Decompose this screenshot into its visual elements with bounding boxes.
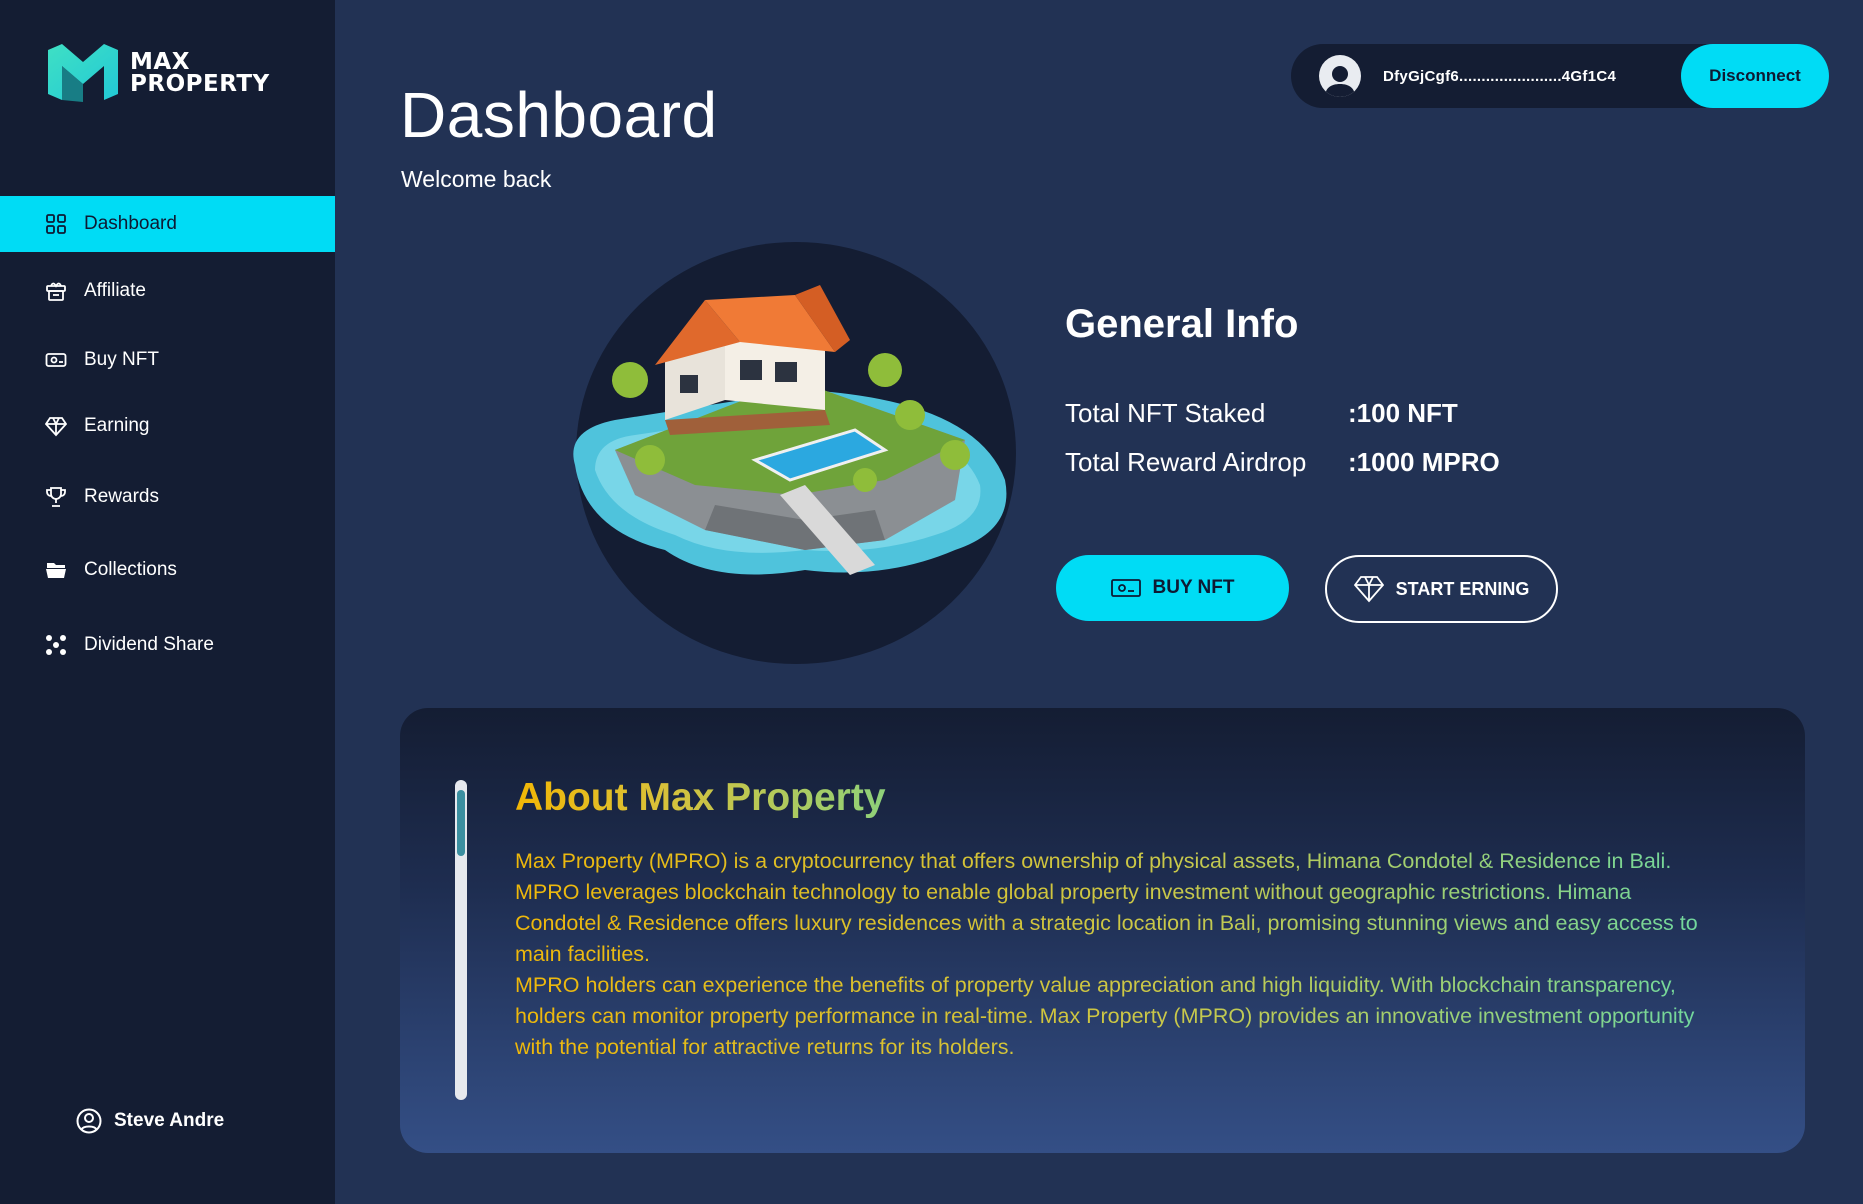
- sidebar-item-label: Affiliate: [84, 280, 146, 301]
- user-profile[interactable]: Steve Andre: [76, 1108, 224, 1134]
- sidebar-item-label: Dividend Share: [84, 634, 214, 655]
- start-earning-button[interactable]: START ERNING: [1325, 555, 1558, 623]
- general-info-title: General Info: [1065, 302, 1299, 346]
- sidebar-item-dividend-share[interactable]: Dividend Share: [0, 617, 335, 673]
- info-value: :1000 MPRO: [1348, 447, 1500, 477]
- wallet-connection: DfyGjCgf6.......................4Gf1C4 D…: [1291, 44, 1829, 108]
- banknote-icon: [1110, 579, 1141, 597]
- diamond-icon: [1353, 576, 1384, 603]
- banknote-icon: [44, 348, 68, 372]
- grid-icon: [44, 212, 68, 236]
- sidebar-item-buy-nft[interactable]: Buy NFT: [0, 332, 335, 388]
- info-label: Total Reward Airdrop: [1065, 447, 1307, 477]
- island-house-illustration: [573, 285, 1007, 575]
- sidebar: MAX PROPERTY Dashboard Affiliate Buy NFT: [0, 0, 335, 1204]
- info-value: :100 NFT: [1348, 398, 1458, 428]
- diamond-icon: [44, 414, 68, 438]
- user-name: Steve Andre: [114, 1110, 225, 1131]
- about-card: About Max Property Max Property (MPRO) i…: [400, 708, 1805, 1153]
- folder-icon: [44, 558, 68, 582]
- wallet-address: DfyGjCgf6.......................4Gf1C4: [1383, 67, 1617, 85]
- sidebar-item-affiliate[interactable]: Affiliate: [0, 263, 335, 319]
- sidebar-item-collections[interactable]: Collections: [0, 542, 335, 598]
- max-property-logo-icon: [48, 44, 118, 102]
- scrollbar[interactable]: [455, 780, 467, 1100]
- brand-name: MAX PROPERTY: [130, 49, 270, 97]
- sidebar-item-rewards[interactable]: Rewards: [0, 469, 335, 525]
- about-title: About Max Property: [515, 776, 886, 819]
- sidebar-item-dashboard[interactable]: Dashboard: [0, 196, 335, 252]
- about-paragraph: Max Property (MPRO) is a cryptocurrency …: [515, 846, 1715, 970]
- sidebar-item-label: Buy NFT: [84, 349, 159, 370]
- user-avatar-icon: [1325, 66, 1355, 97]
- info-row-nft-staked: Total NFT Staked :100 NFT: [1065, 398, 1458, 429]
- about-paragraph: MPRO holders can experience the benefits…: [515, 970, 1715, 1063]
- page-subtitle: Welcome back: [401, 166, 552, 192]
- user-circle-icon: [76, 1108, 102, 1134]
- gift-box-icon: [44, 279, 68, 303]
- disconnect-button[interactable]: Disconnect: [1681, 44, 1829, 108]
- sidebar-item-label: Dashboard: [84, 213, 177, 234]
- sidebar-item-earning[interactable]: Earning: [0, 398, 335, 454]
- page-title: Dashboard: [400, 79, 718, 151]
- info-label: Total NFT Staked: [1065, 398, 1266, 428]
- info-row-reward-airdrop: Total Reward Airdrop :1000 MPRO: [1065, 447, 1500, 478]
- buy-nft-button[interactable]: BUY NFT: [1056, 555, 1289, 621]
- trophy-icon: [44, 485, 68, 509]
- scrollbar-thumb[interactable]: [457, 790, 465, 856]
- start-earning-label: START ERNING: [1395, 578, 1530, 599]
- buy-nft-label: BUY NFT: [1152, 577, 1235, 598]
- avatar: [1319, 55, 1361, 97]
- sidebar-item-label: Earning: [84, 415, 150, 436]
- sidebar-item-label: Collections: [84, 559, 177, 580]
- dots-network-icon: [44, 633, 68, 657]
- brand-logo[interactable]: MAX PROPERTY: [46, 44, 270, 102]
- sidebar-item-label: Rewards: [84, 486, 159, 507]
